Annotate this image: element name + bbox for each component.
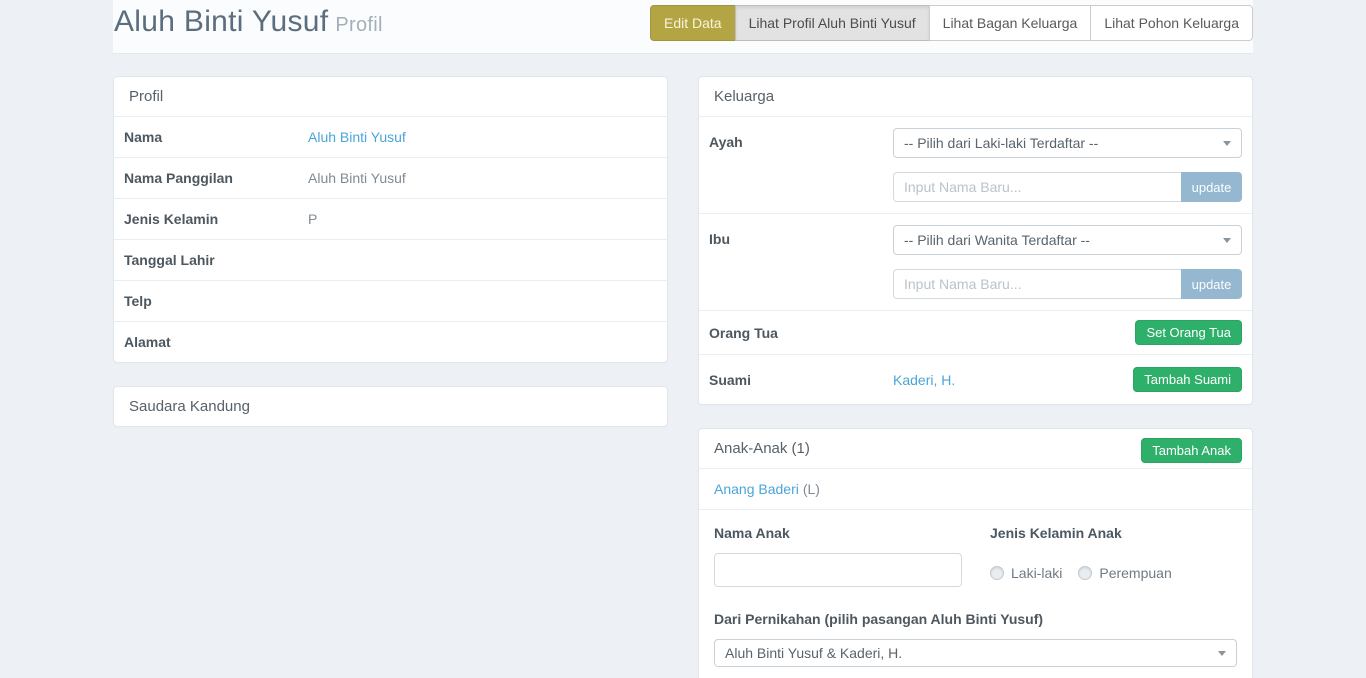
suami-row: Suami Kaderi, H. Tambah Suami — [699, 354, 1252, 404]
child-gender-suffix: (L) — [803, 481, 820, 497]
chevron-down-icon — [1218, 651, 1226, 656]
ibu-row: Ibu -- Pilih dari Wanita Terdaftar -- up… — [699, 213, 1252, 310]
profil-panel-title: Profil — [114, 77, 667, 116]
pernikahan-select-value: Aluh Binti Yusuf & Kaderi, H. — [725, 645, 902, 661]
orang-tua-label: Orang Tua — [709, 325, 893, 341]
radio-laki-laki-label: Laki-laki — [1011, 565, 1062, 581]
pernikahan-select[interactable]: Aluh Binti Yusuf & Kaderi, H. — [714, 639, 1237, 667]
radio-laki-laki[interactable]: Laki-laki — [990, 565, 1062, 581]
radio-perempuan[interactable]: Perempuan — [1078, 565, 1171, 581]
ayah-select[interactable]: -- Pilih dari Laki-laki Terdaftar -- — [893, 128, 1242, 158]
table-row: Alamat — [114, 321, 667, 362]
ibu-select[interactable]: -- Pilih dari Wanita Terdaftar -- — [893, 225, 1242, 255]
ibu-update-button[interactable]: update — [1181, 269, 1242, 299]
ayah-new-name-input[interactable] — [893, 172, 1181, 202]
row-label: Nama Panggilan — [124, 170, 308, 186]
nama-anak-label: Nama Anak — [714, 525, 962, 541]
jenis-kelamin-anak-label: Jenis Kelamin Anak — [990, 525, 1188, 541]
row-label: Jenis Kelamin — [124, 211, 308, 227]
row-label: Alamat — [124, 334, 308, 350]
add-child-form: Nama Anak Jenis Kelamin Anak Laki-laki — [699, 509, 1252, 678]
ayah-input-group: update — [893, 172, 1242, 202]
chevron-down-icon — [1223, 141, 1231, 146]
ibu-label: Ibu — [709, 225, 893, 299]
page-title: Aluh Binti Yusuf Profil — [114, 5, 383, 39]
table-row: Tanggal Lahir — [114, 239, 667, 280]
left-column: Profil Nama Aluh Binti Yusuf Nama Panggi… — [113, 76, 668, 678]
ayah-update-button[interactable]: update — [1181, 172, 1242, 202]
keluarga-panel: Keluarga Ayah -- Pilih dari Laki-laki Te… — [698, 76, 1253, 405]
lihat-bagan-keluarga-button[interactable]: Lihat Bagan Keluarga — [929, 5, 1092, 41]
ibu-input-group: update — [893, 269, 1242, 299]
orang-tua-row: Orang Tua Set Orang Tua — [699, 310, 1252, 354]
person-name-title: Aluh Binti Yusuf — [114, 5, 328, 38]
anak-anak-panel-title: Anak-Anak (1) — [714, 440, 810, 457]
nama-anak-input[interactable] — [714, 553, 962, 587]
table-row: Nama Aluh Binti Yusuf — [114, 116, 667, 157]
header-nav-button-group: Edit Data Lihat Profil Aluh Binti Yusuf … — [650, 5, 1253, 41]
suami-name-link[interactable]: Kaderi, H. — [893, 372, 955, 388]
ayah-select-value: -- Pilih dari Laki-laki Terdaftar -- — [904, 135, 1098, 151]
table-row: Jenis Kelamin P — [114, 198, 667, 239]
page-header: Aluh Binti Yusuf Profil Edit Data Lihat P… — [113, 0, 1253, 54]
ayah-row: Ayah -- Pilih dari Laki-laki Terdaftar -… — [699, 116, 1252, 213]
profil-panel: Profil Nama Aluh Binti Yusuf Nama Panggi… — [113, 76, 668, 363]
child-name-link[interactable]: Anang Baderi — [714, 481, 799, 497]
anak-anak-panel: Anak-Anak (1) Tambah Anak Anang Baderi(L… — [698, 428, 1253, 678]
radio-unchecked-icon[interactable] — [990, 566, 1004, 580]
ayah-label: Ayah — [709, 128, 893, 202]
list-item: Anang Baderi(L) — [699, 468, 1252, 509]
page-subtitle: Profil — [335, 14, 382, 36]
row-label: Telp — [124, 293, 308, 309]
suami-label: Suami — [709, 372, 893, 388]
anak-anak-panel-heading: Anak-Anak (1) Tambah Anak — [699, 429, 1252, 468]
row-value: Aluh Binti Yusuf — [308, 170, 406, 186]
set-orang-tua-button[interactable]: Set Orang Tua — [1135, 320, 1242, 345]
tambah-anak-header-button[interactable]: Tambah Anak — [1141, 438, 1242, 463]
row-label: Nama — [124, 129, 308, 145]
ibu-select-value: -- Pilih dari Wanita Terdaftar -- — [904, 232, 1090, 248]
lihat-pohon-keluarga-button[interactable]: Lihat Pohon Keluarga — [1090, 5, 1253, 41]
edit-data-button[interactable]: Edit Data — [650, 5, 736, 41]
lihat-profil-button[interactable]: Lihat Profil Aluh Binti Yusuf — [735, 5, 930, 41]
table-row: Nama Panggilan Aluh Binti Yusuf — [114, 157, 667, 198]
right-column: Keluarga Ayah -- Pilih dari Laki-laki Te… — [698, 76, 1253, 678]
row-value: P — [308, 211, 317, 227]
nama-value-link[interactable]: Aluh Binti Yusuf — [308, 129, 406, 145]
page-container: Aluh Binti Yusuf Profil Edit Data Lihat P… — [113, 0, 1253, 678]
saudara-kandung-panel-title: Saudara Kandung — [114, 387, 667, 426]
row-label: Tanggal Lahir — [124, 252, 308, 268]
table-row: Telp — [114, 280, 667, 321]
ibu-new-name-input[interactable] — [893, 269, 1181, 299]
radio-perempuan-label: Perempuan — [1099, 565, 1171, 581]
saudara-kandung-panel: Saudara Kandung — [113, 386, 668, 427]
keluarga-panel-title: Keluarga — [699, 77, 1252, 116]
radio-unchecked-icon[interactable] — [1078, 566, 1092, 580]
tambah-suami-button[interactable]: Tambah Suami — [1133, 367, 1242, 392]
dari-pernikahan-label: Dari Pernikahan (pilih pasangan Aluh Bin… — [714, 611, 1237, 627]
chevron-down-icon — [1223, 238, 1231, 243]
